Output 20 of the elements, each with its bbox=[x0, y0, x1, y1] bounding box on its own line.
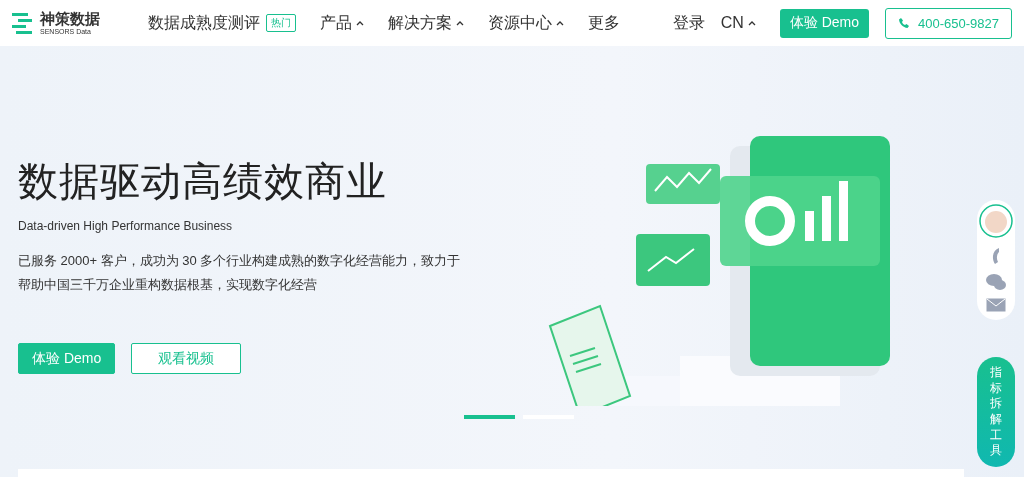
nav-link[interactable]: 数据成熟度测评 热门 bbox=[148, 12, 296, 34]
logo-icon bbox=[12, 12, 34, 34]
hero-title: 数据驱动高绩效商业 bbox=[18, 158, 388, 205]
caret-icon bbox=[456, 20, 464, 26]
chat-icon[interactable] bbox=[986, 274, 1006, 290]
logo-name: 神策数据 bbox=[40, 11, 100, 26]
login-link[interactable]: 登录 bbox=[672, 12, 705, 34]
caret-icon bbox=[356, 20, 364, 26]
nav-link[interactable]: 更多 bbox=[588, 12, 620, 34]
nav-link[interactable]: 解决方案 bbox=[388, 12, 464, 34]
robot-avatar-icon[interactable] bbox=[979, 204, 1013, 238]
language-selector[interactable]: CN bbox=[720, 14, 756, 32]
nav-link[interactable]: 产品 bbox=[320, 12, 364, 34]
nav-link[interactable]: 资源中心 bbox=[488, 12, 564, 34]
hero-description: 已服务 2000+ 客户，成功为 30 多个行业构建成熟的数字化经营能力，致力于 帮助中国三千万企业重构数据根基，实现数字化经营 bbox=[18, 252, 462, 294]
hot-badge: 热门 bbox=[266, 14, 296, 32]
hero-subtitle: Data-driven High Performance Business bbox=[18, 219, 234, 233]
caret-icon bbox=[556, 20, 564, 26]
caret-icon bbox=[747, 20, 756, 26]
mail-icon[interactable] bbox=[986, 298, 1006, 312]
